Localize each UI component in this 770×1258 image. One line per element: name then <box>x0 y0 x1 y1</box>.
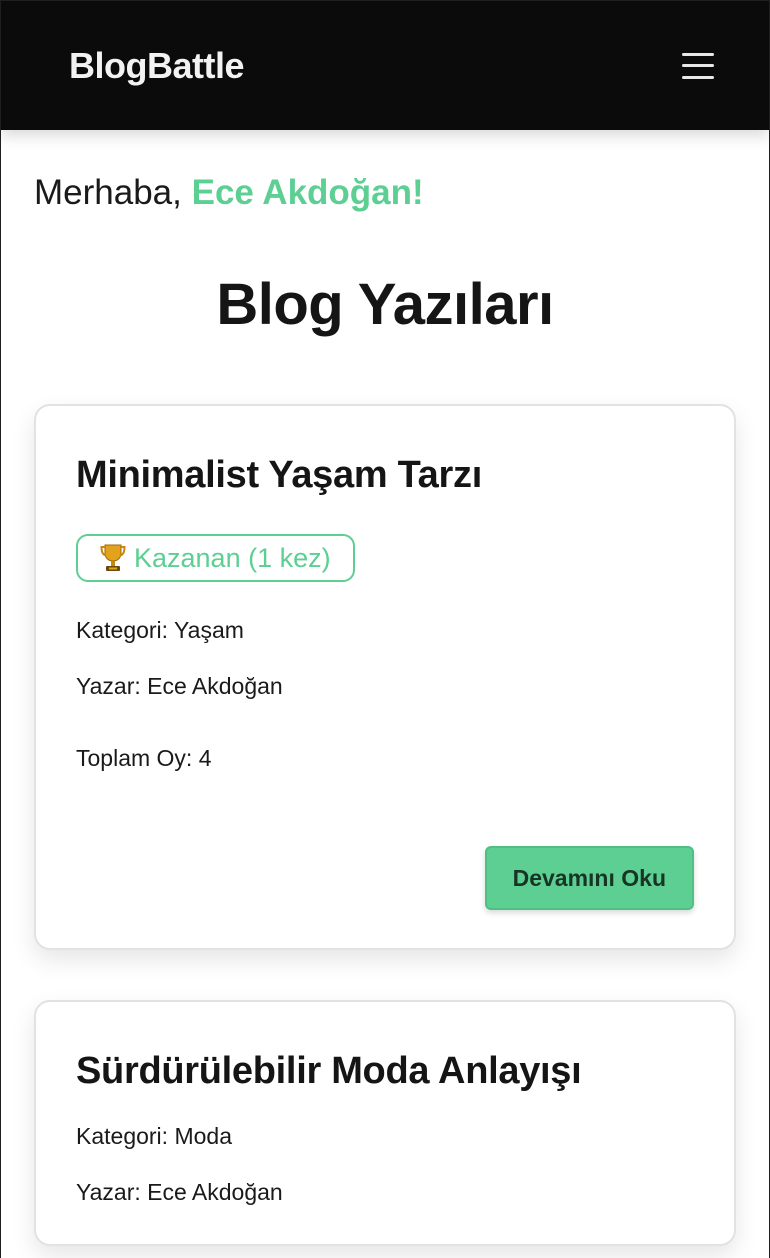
post-card: Sürdürülebilir Moda Anlayışı Kategori: M… <box>34 1000 736 1246</box>
winner-badge: Kazanan (1 kez) <box>76 534 355 582</box>
hamburger-line <box>682 64 714 67</box>
hamburger-line <box>682 75 714 79</box>
winner-badge-label: Kazanan (1 kez) <box>134 543 331 573</box>
post-title: Minimalist Yaşam Tarzı <box>76 454 482 496</box>
brand-logo[interactable]: BlogBattle <box>69 45 245 87</box>
post-card: Minimalist Yaşam Tarzı Kazanan (1 kez) K… <box>34 404 736 950</box>
hamburger-line <box>682 52 714 56</box>
post-author: Yazar: Ece Akdoğan <box>76 673 283 699</box>
post-actions: Devamını Oku <box>76 846 694 910</box>
post-category: Kategori: Moda <box>76 1123 232 1149</box>
greeting-prefix: Merhaba, <box>34 173 192 212</box>
post-title: Sürdürülebilir Moda Anlayışı <box>76 1050 582 1092</box>
post-list: Minimalist Yaşam Tarzı Kazanan (1 kez) K… <box>1 404 769 1246</box>
post-total-votes: Toplam Oy: 4 <box>76 745 212 771</box>
navbar: BlogBattle <box>1 1 769 130</box>
post-category: Kategori: Yaşam <box>76 617 244 643</box>
greeting: Merhaba, Ece Akdoğan! <box>34 172 769 214</box>
page-title: Blog Yazıları <box>216 272 554 337</box>
greeting-user-name: Ece Akdoğan! <box>191 173 424 212</box>
app-frame: BlogBattle Merhaba, Ece Akdoğan! Blog Ya… <box>0 0 770 1258</box>
hamburger-menu-icon[interactable] <box>682 52 714 79</box>
read-more-button[interactable]: Devamını Oku <box>484 846 694 910</box>
post-author: Yazar: Ece Akdoğan <box>76 1179 283 1205</box>
trophy-icon <box>100 543 126 573</box>
